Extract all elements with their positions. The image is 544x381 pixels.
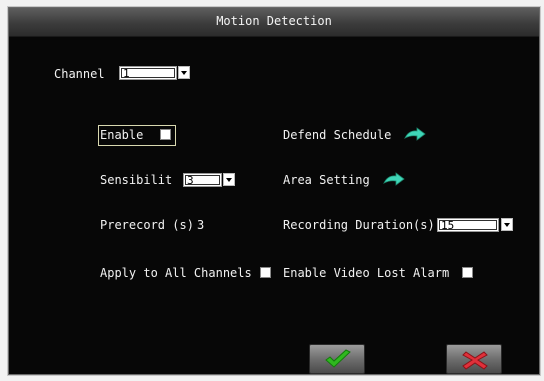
sensitivity-select[interactable]: 3 <box>183 173 222 187</box>
recording-duration-dropdown-icon[interactable] <box>501 218 513 231</box>
motion-detection-dialog: Motion Detection Channel 1 Enable Sensib… <box>8 7 540 375</box>
dialog-title: Motion Detection <box>216 14 332 28</box>
channel-label: Channel <box>54 67 105 81</box>
apply-all-channels-checkbox[interactable] <box>260 267 271 278</box>
recording-duration-value: 15 <box>441 219 455 232</box>
channel-select[interactable]: 1 <box>119 66 177 80</box>
area-setting-arrow-icon[interactable] <box>383 172 405 186</box>
video-lost-alarm-label: Enable Video Lost Alarm <box>283 266 450 280</box>
title-bar: Motion Detection <box>9 8 539 37</box>
defend-schedule-label: Defend Schedule <box>283 128 392 142</box>
channel-value: 1 <box>123 67 130 80</box>
prerecord-label: Prerecord (s) <box>100 218 194 232</box>
recording-duration-select[interactable]: 15 <box>437 218 499 232</box>
sensitivity-dropdown-icon[interactable] <box>223 173 235 186</box>
apply-all-channels-label: Apply to All Channels <box>100 266 252 280</box>
enable-checkbox[interactable] <box>160 129 171 140</box>
cancel-button[interactable] <box>446 344 502 374</box>
video-lost-alarm-checkbox[interactable] <box>462 267 473 278</box>
defend-schedule-arrow-icon[interactable] <box>404 127 426 141</box>
close-icon <box>462 351 488 370</box>
checkmark-icon <box>325 349 351 368</box>
recording-duration-label: Recording Duration(s) <box>283 218 435 232</box>
channel-dropdown-icon[interactable] <box>178 66 190 79</box>
prerecord-value: 3 <box>197 218 205 232</box>
sensitivity-label: Sensibilit <box>100 173 173 187</box>
area-setting-label: Area Setting <box>283 173 370 187</box>
sensitivity-value: 3 <box>187 174 194 187</box>
enable-label: Enable <box>100 128 144 142</box>
ok-button[interactable] <box>309 344 365 374</box>
